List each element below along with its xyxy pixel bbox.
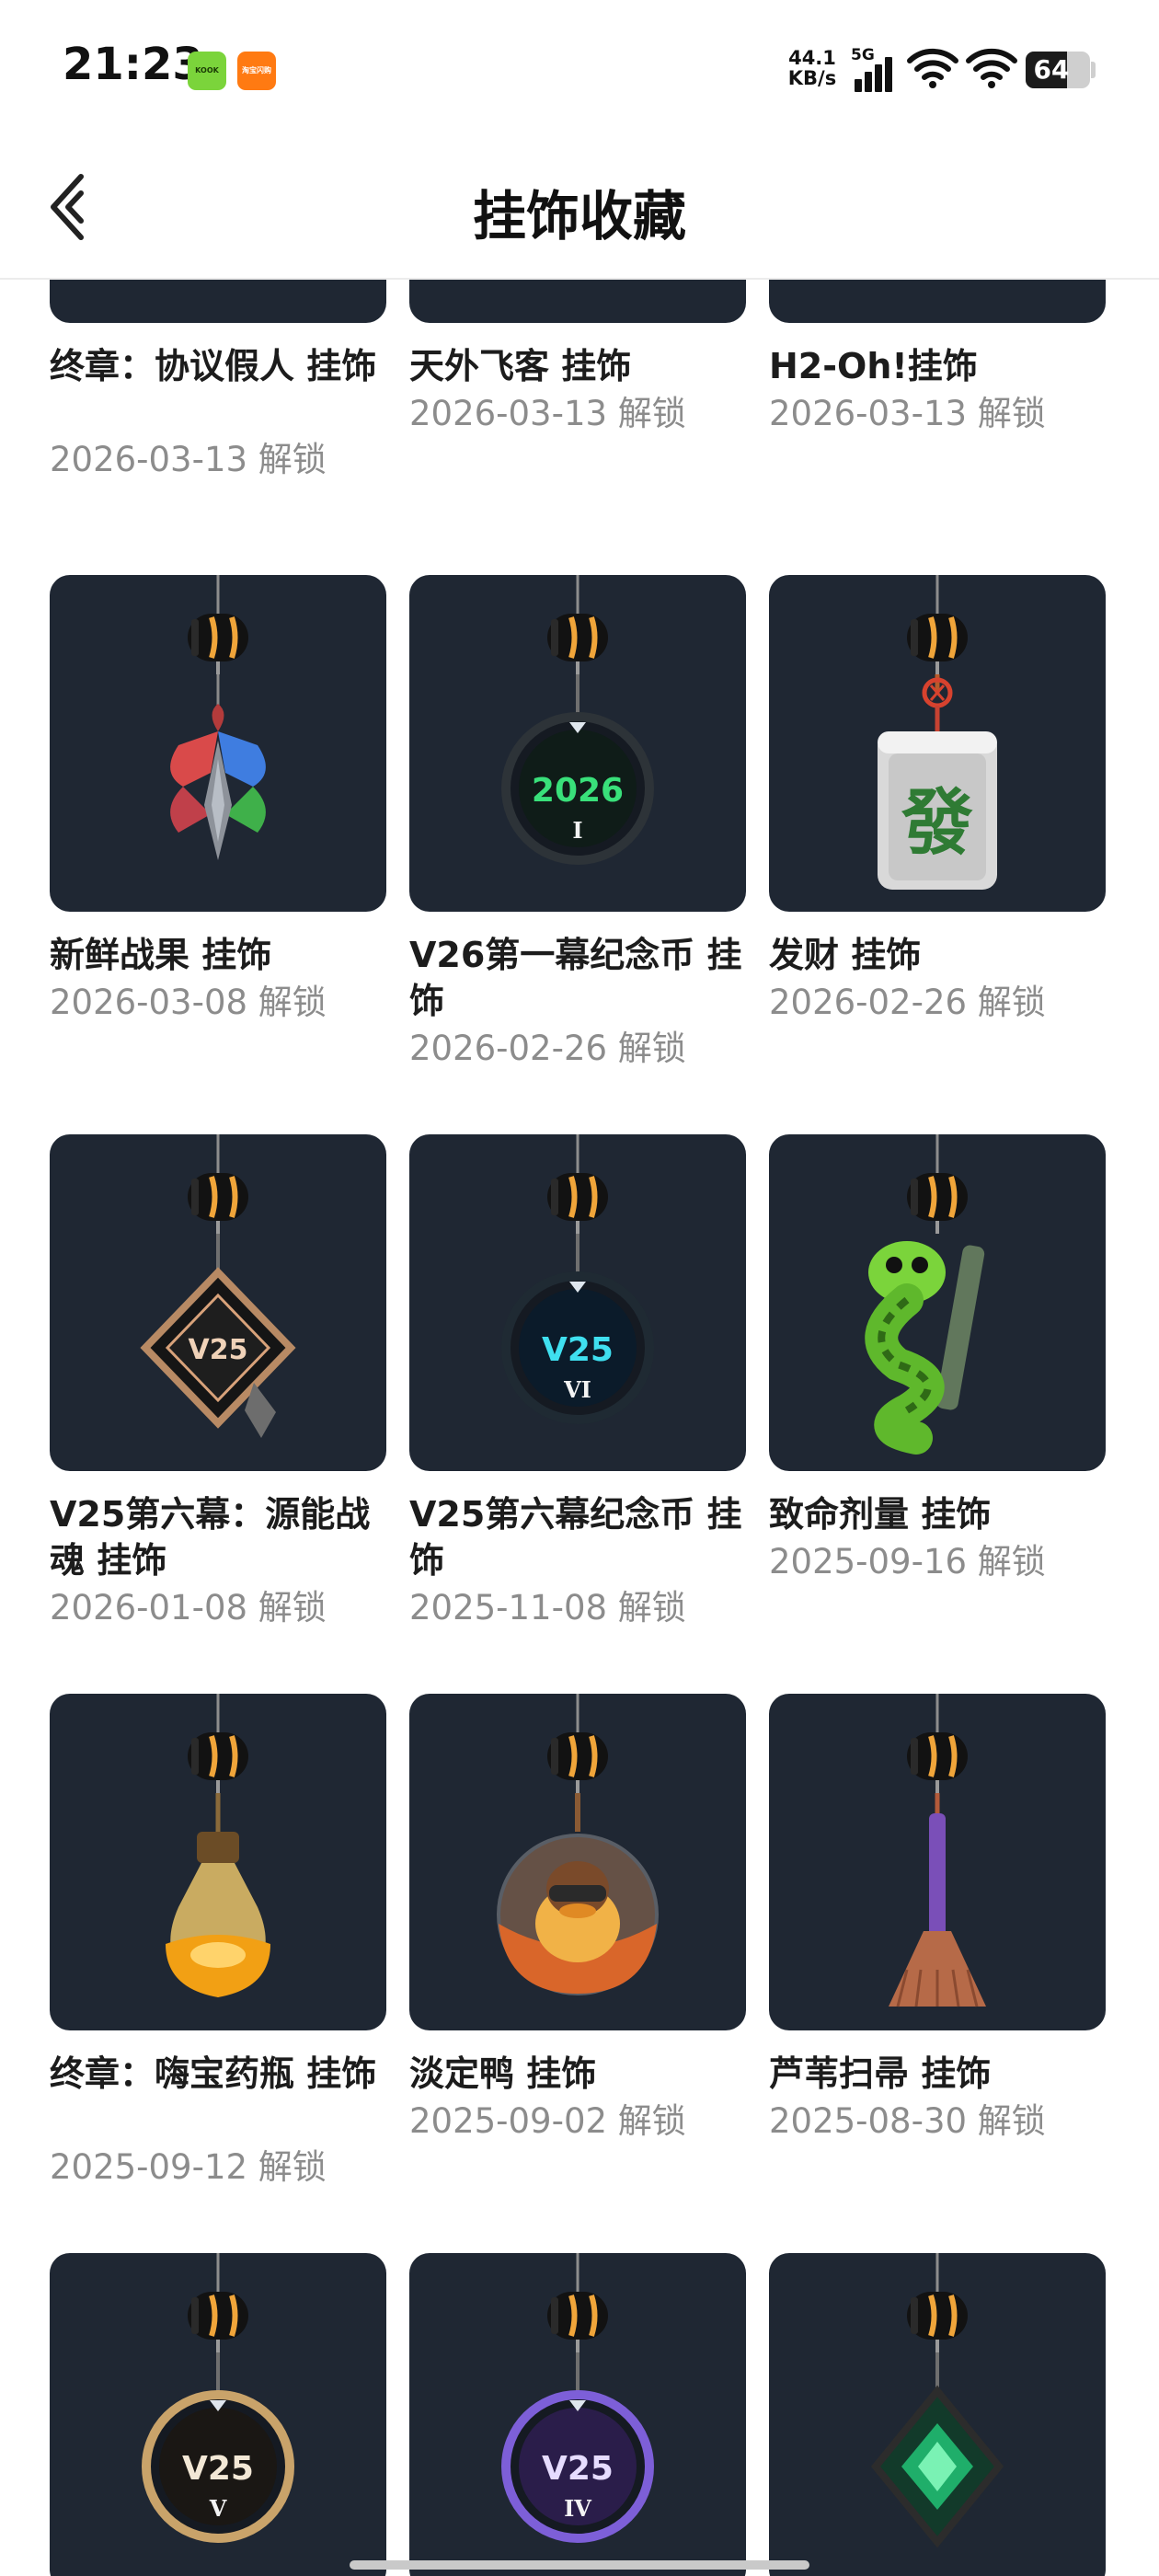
unlock-date: 2026-03-13 解锁 bbox=[409, 394, 686, 433]
svg-text:I: I bbox=[572, 817, 582, 844]
unlock-date: 2026-01-08 解锁 bbox=[50, 1588, 327, 1627]
net-speed-unit: KB/s bbox=[787, 67, 837, 89]
pendant-name: V25第六幕：源能战魂 挂饰 bbox=[50, 1494, 371, 1581]
svg-text:IV: IV bbox=[564, 2495, 591, 2522]
pendant-name: 终章：嗨宝药瓶 挂饰 bbox=[50, 2053, 377, 2094]
leaf-pendant-icon bbox=[170, 575, 266, 860]
pendant-name: 发财 挂饰 bbox=[769, 935, 922, 975]
battery-icon: 64 bbox=[1026, 52, 1090, 88]
pendant-grid: 终章：协议假人 挂饰 2026-03-13 解锁 天外飞客 挂饰 2026-03-13… bbox=[0, 0, 1159, 2576]
unlock-date: 2025-11-08 解锁 bbox=[409, 1588, 686, 1627]
pendant-name: 致命剂量 挂饰 bbox=[769, 1494, 992, 1535]
unlock-date: 2025-09-02 解锁 bbox=[409, 2101, 686, 2141]
mahjong-pendant-icon: 發 bbox=[878, 575, 997, 890]
pendant-name: V26第一幕纪念币 挂饰 bbox=[409, 935, 742, 1021]
pendant-image bbox=[409, 1694, 746, 2030]
wifi-icon bbox=[907, 48, 958, 88]
unlock-date: 2026-02-26 解锁 bbox=[769, 983, 1046, 1022]
status-bar: 21:23 KOOK 淘宝闪购 44.1 KB/s 5G 64 bbox=[0, 0, 1159, 138]
battery-tip bbox=[1091, 62, 1096, 78]
net-speed: 44.1 KB/s bbox=[785, 48, 840, 88]
status-time: 21:23 bbox=[63, 39, 203, 90]
duck-pendant-icon bbox=[497, 1694, 659, 1995]
coin-2026-pendant-icon: 2026 I bbox=[501, 575, 654, 865]
svg-text:發: 發 bbox=[901, 781, 973, 865]
pendant-name: 芦苇扫帚 挂饰 bbox=[769, 2053, 992, 2094]
page-title: 挂饰收藏 bbox=[472, 185, 686, 247]
coin-v25-purple-pendant-icon: V25 IV bbox=[501, 2253, 654, 2543]
pendant-image: 發 bbox=[769, 575, 1106, 912]
kook-app-icon: KOOK bbox=[188, 52, 226, 90]
pendant-name: 新鲜战果 挂饰 bbox=[50, 935, 272, 975]
pendant-name: 天外飞客 挂饰 bbox=[409, 346, 632, 386]
svg-text:2026: 2026 bbox=[532, 772, 624, 810]
pendant-name: V25第六幕纪念币 挂饰 bbox=[409, 1494, 742, 1581]
wifi-icon-secondary bbox=[966, 48, 1017, 88]
snake-pendant-icon bbox=[865, 1134, 985, 1455]
cellular-signal-icon: 5G bbox=[851, 46, 899, 94]
unlock-date: 2025-09-16 解锁 bbox=[769, 1542, 1046, 1581]
pendant-image bbox=[769, 1694, 1106, 2030]
unlock-date: 2025-08-30 解锁 bbox=[769, 2101, 1046, 2141]
pendant-image bbox=[769, 1134, 1106, 1471]
potion-pendant-icon bbox=[166, 1694, 270, 1997]
svg-text:V25: V25 bbox=[182, 2450, 254, 2488]
svg-text:V25: V25 bbox=[542, 1331, 614, 1369]
home-indicator bbox=[350, 2560, 809, 2570]
app-screen: 终章：协议假人 挂饰 2026-03-13 解锁 天外飞客 挂饰 2026-03-13… bbox=[0, 0, 1159, 2576]
pendant-image bbox=[50, 1694, 386, 2030]
pendant-image: V25 IV bbox=[409, 2253, 746, 2576]
diamond-v25-pendant-icon: V25 bbox=[140, 1134, 296, 1438]
coin-v25-pendant-icon: V25 VI bbox=[501, 1134, 654, 1424]
pendant-name: H2-Oh!挂饰 bbox=[769, 346, 978, 386]
pendant-image: V25 bbox=[50, 1134, 386, 1471]
taobao-flash-app-icon: 淘宝闪购 bbox=[237, 52, 276, 90]
pendant-name: 淡定鸭 挂饰 bbox=[409, 2053, 597, 2094]
svg-text:V25: V25 bbox=[189, 1334, 248, 1366]
network-type: 5G bbox=[851, 46, 875, 64]
svg-text:V: V bbox=[209, 2495, 227, 2522]
broom-pendant-icon bbox=[889, 1694, 986, 2007]
pendant-image bbox=[50, 575, 386, 912]
unlock-date: 2026-02-26 解锁 bbox=[409, 1029, 686, 1068]
svg-text:V25: V25 bbox=[542, 2450, 614, 2488]
coin-v25-gold-pendant-icon: V25 V bbox=[142, 2253, 294, 2543]
nav-bar: 挂饰收藏 bbox=[0, 138, 1159, 280]
net-speed-value: 44.1 bbox=[788, 47, 836, 69]
unlock-date: 2026-03-08 解锁 bbox=[50, 983, 327, 1022]
unlock-date: 2026-03-13 解锁 bbox=[50, 440, 327, 479]
svg-text:VI: VI bbox=[563, 1376, 591, 1403]
pendant-image: 2026 I bbox=[409, 575, 746, 912]
diamond-green-pendant-icon bbox=[870, 2253, 1004, 2548]
pendant-image: V25 VI bbox=[409, 1134, 746, 1471]
pendant-image bbox=[769, 2253, 1106, 2576]
battery-level: 64 bbox=[1033, 54, 1070, 85]
unlock-date: 2025-09-12 解锁 bbox=[50, 2147, 327, 2187]
unlock-date: 2026-03-13 解锁 bbox=[769, 394, 1046, 433]
pendant-image: V25 V bbox=[50, 2253, 386, 2576]
pendant-name: 终章：协议假人 挂饰 bbox=[50, 346, 377, 386]
